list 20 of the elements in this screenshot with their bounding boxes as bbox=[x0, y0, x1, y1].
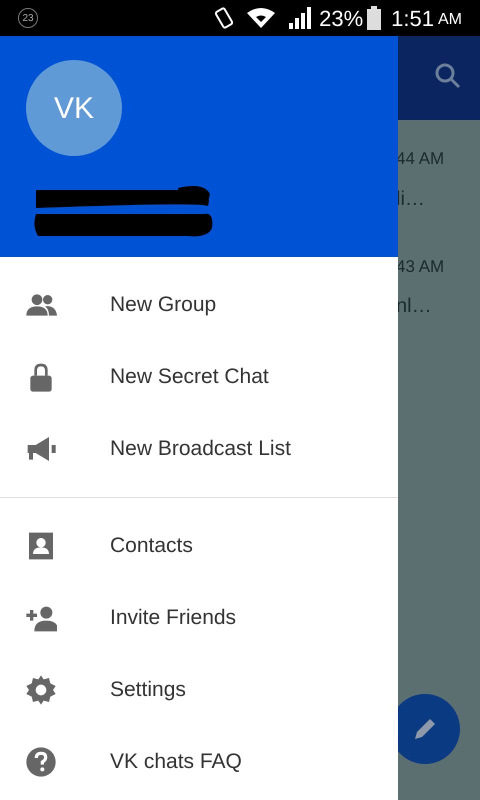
clock-meridiem: AM bbox=[438, 10, 462, 30]
help-icon bbox=[25, 746, 57, 778]
battery-icon bbox=[367, 6, 382, 30]
avatar: VK bbox=[26, 60, 122, 156]
pencil-icon bbox=[412, 716, 438, 742]
menu-item[interactable]: Settings bbox=[110, 674, 186, 706]
menu-item[interactable]: Invite Friends bbox=[110, 602, 236, 634]
search-icon bbox=[434, 62, 462, 90]
wifi-icon bbox=[247, 7, 276, 29]
menu-item[interactable]: New Group bbox=[110, 289, 216, 321]
battery-percent: 23% bbox=[319, 4, 364, 32]
notification-count-badge: 23 bbox=[18, 8, 38, 28]
menu-item[interactable]: VK chats FAQ bbox=[110, 746, 242, 778]
clock-time: 1:51 bbox=[391, 4, 434, 32]
menu-item[interactable]: New Broadcast List bbox=[110, 433, 291, 465]
menu-item[interactable]: New Secret Chat bbox=[110, 361, 269, 393]
settings-icon bbox=[25, 674, 57, 706]
vibrate-icon bbox=[213, 6, 236, 30]
signal-icon bbox=[289, 7, 314, 29]
menu-item[interactable]: Contacts bbox=[110, 530, 193, 562]
